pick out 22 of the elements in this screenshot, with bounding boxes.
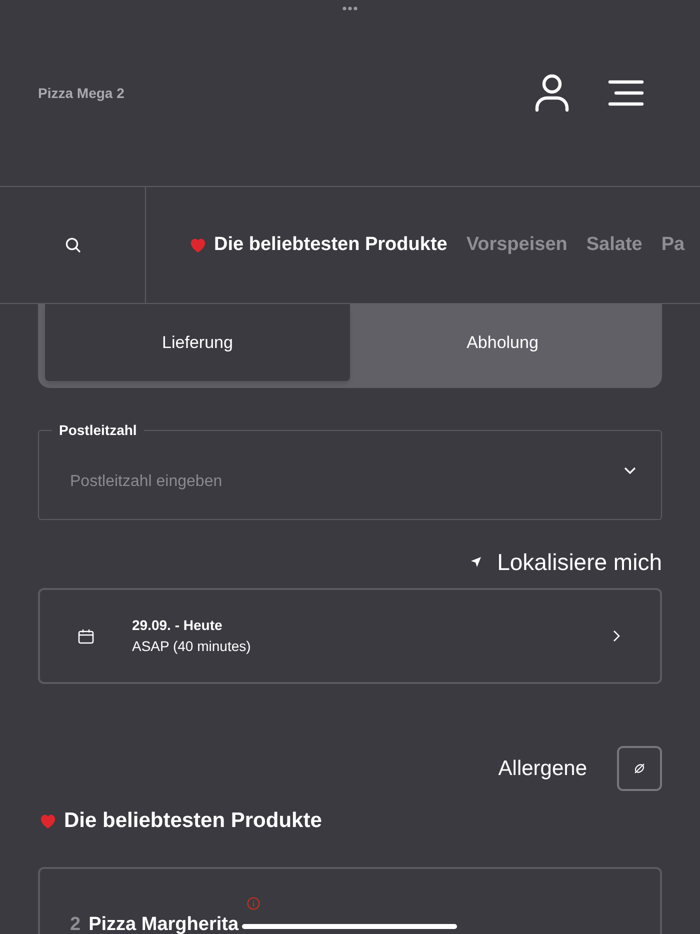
- search-icon[interactable]: [64, 237, 80, 253]
- order-mode-tab[interactable]: Abholung: [350, 304, 655, 381]
- category-tab[interactable]: Die beliebtesten Produkte: [188, 230, 448, 260]
- allergens-label: Allergene: [498, 756, 587, 782]
- menu-icon[interactable]: [608, 80, 644, 106]
- product-quantity: 2: [70, 912, 81, 934]
- more-icon[interactable]: [342, 6, 358, 11]
- user-icon[interactable]: [534, 73, 570, 113]
- slot-date: 29.09. - Heute: [132, 616, 224, 635]
- product-name: Pizza Margherita: [88, 912, 239, 934]
- section-heading: Die beliebtesten Produkte: [64, 808, 322, 834]
- location-arrow-icon: [471, 557, 482, 567]
- order-mode-tab[interactable]: Lieferung: [45, 304, 350, 381]
- restaurant-name: Pizza Mega 2: [38, 84, 124, 103]
- calendar-icon: [78, 628, 94, 644]
- chevron-right-icon: [613, 630, 620, 642]
- allergen-icon: [634, 763, 645, 774]
- allergens-button[interactable]: [617, 746, 662, 791]
- slot-time: ASAP (40 minutes): [132, 637, 252, 656]
- time-slot-card[interactable]: 29.09. - Heute ASAP (40 minutes): [38, 588, 662, 684]
- locate-me-link[interactable]: Lokalisiere mich: [497, 544, 662, 580]
- chevron-down-icon: [624, 467, 636, 475]
